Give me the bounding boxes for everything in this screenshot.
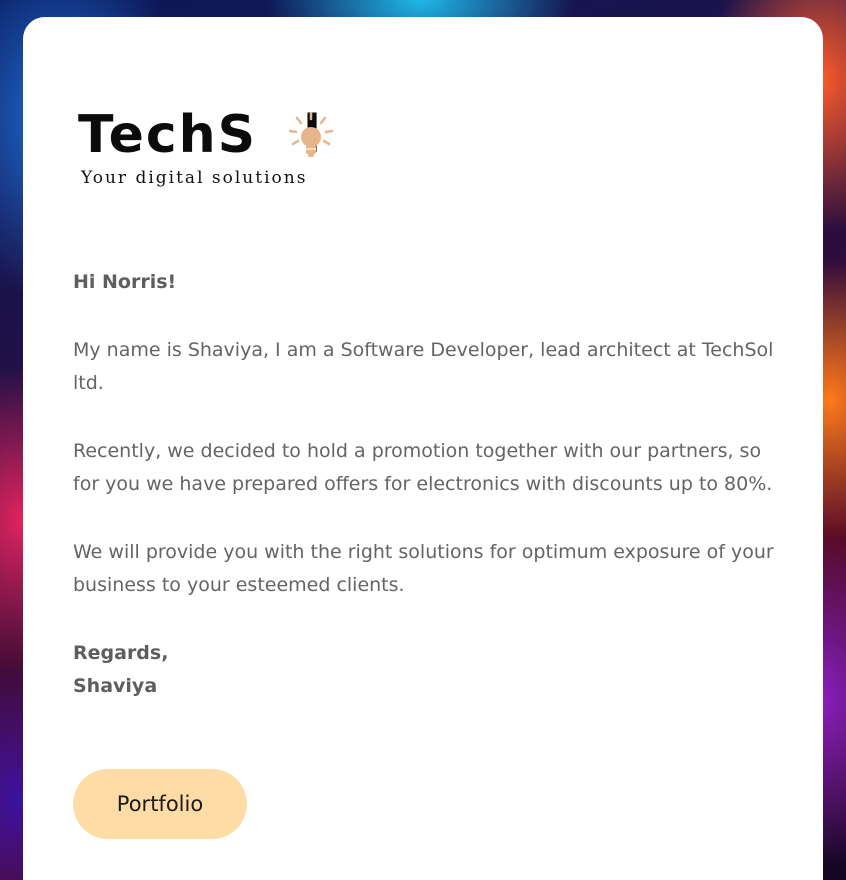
promotion-paragraph: Recently, we decided to hold a promotion… <box>73 439 773 496</box>
signoff: Regards, Shaviya <box>73 637 783 704</box>
greeting: Hi Norris! <box>73 271 177 293</box>
lightbulb-icon <box>288 111 334 157</box>
solutions-paragraph: We will provide you with the right solut… <box>73 540 774 597</box>
email-body: Hi Norris! My name is Shaviya, I am a So… <box>73 266 783 738</box>
portfolio-button[interactable]: Portfolio <box>73 769 247 839</box>
logo-wordmark: TechSl <box>78 105 323 165</box>
intro-paragraph: My name is Shaviya, I am a Software Deve… <box>73 338 774 395</box>
logo-tagline: Your digital solutions <box>81 168 308 188</box>
signoff-name: Shaviya <box>73 675 158 697</box>
techsol-logo: TechSl Your digital solutions <box>78 105 368 205</box>
logo-wordmark-start: TechS <box>78 105 258 165</box>
signoff-regards: Regards, <box>73 641 169 664</box>
email-card: TechSl Your digital solutions Hi Norris!… <box>23 17 823 880</box>
